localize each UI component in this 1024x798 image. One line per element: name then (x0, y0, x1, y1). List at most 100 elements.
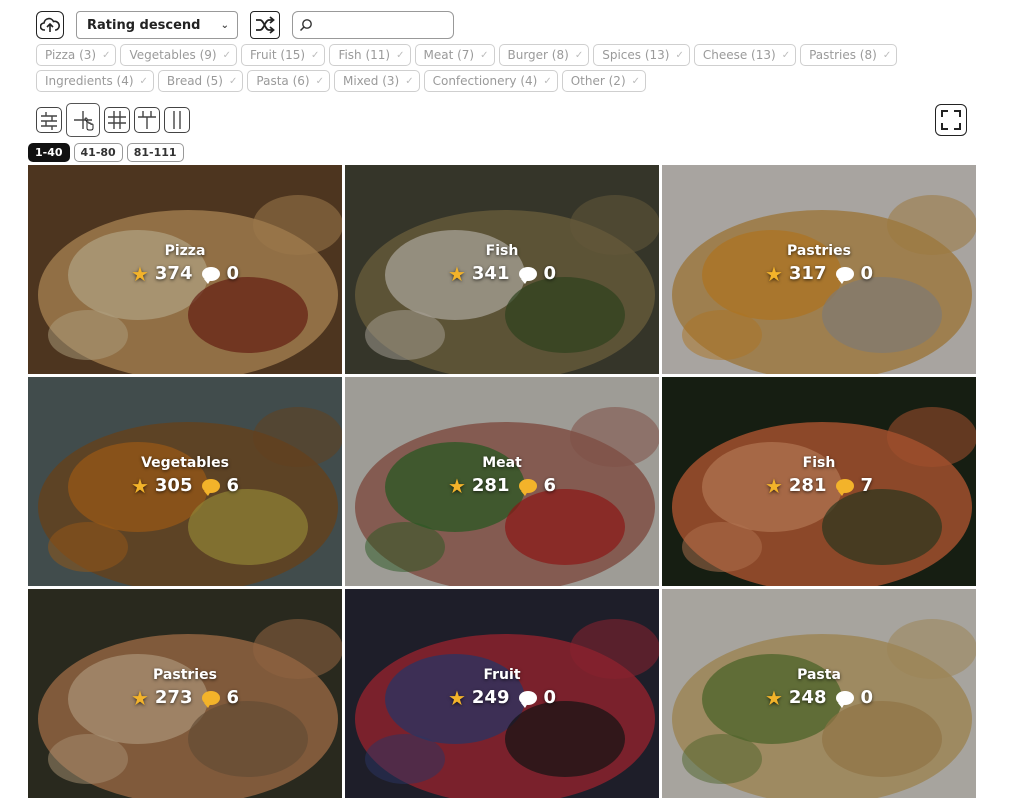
tile-caption: Fruit ★ 249 0 (345, 667, 659, 708)
tile-stats: ★ 249 0 (345, 687, 659, 708)
rating-count: 341 (471, 263, 510, 284)
view-mode-button[interactable] (104, 107, 130, 133)
view-mode-button[interactable] (66, 103, 100, 137)
category-chip[interactable]: Confectionery (4) ✓ (423, 70, 558, 92)
tile-caption: Pizza ★ 374 0 (28, 243, 342, 284)
comment-count: 7 (860, 475, 874, 496)
tile-category: Pasta (797, 667, 841, 683)
category-filter-chips: Pizza (3) ✓ Vegetables (9) ✓ Fruit (15) ✓ Fish… (36, 44, 936, 92)
star-icon: ★ (130, 261, 149, 286)
chevron-down-icon: ⌄ (220, 19, 229, 31)
category-chip[interactable]: Pasta (6) ✓ (247, 70, 330, 92)
comment-count: 0 (543, 263, 557, 284)
comment-count: 0 (226, 263, 240, 284)
view-mode-button[interactable] (164, 107, 190, 133)
view-mode-button[interactable] (36, 107, 62, 133)
search-input[interactable] (317, 17, 447, 33)
category-chip[interactable]: Burger (8) ✓ (498, 44, 590, 66)
photo-tile[interactable]: Fish ★ 341 0 (345, 165, 659, 374)
tile-stats: ★ 374 0 (28, 263, 342, 284)
image-grid: Pizza ★ 374 0 Fish ★ 341 0 Pastries ★ 317 0 Vegetabl… (28, 165, 976, 798)
photo-tile[interactable]: Pastries ★ 317 0 (662, 165, 976, 374)
page-button[interactable]: 41-80 (73, 143, 123, 162)
check-icon: ✓ (315, 75, 324, 87)
photo-tile[interactable]: Meat ★ 281 6 (345, 377, 659, 586)
category-chip[interactable]: Meat (7) ✓ (414, 44, 495, 66)
comment-count: 6 (226, 475, 240, 496)
category-chip[interactable]: Mixed (3) ✓ (333, 70, 420, 92)
comment-count: 6 (543, 475, 557, 496)
category-chip[interactable]: Cheese (13) ✓ (693, 44, 797, 66)
star-icon: ★ (447, 685, 466, 710)
comment-icon (519, 266, 538, 284)
tile-stats: ★ 341 0 (345, 263, 659, 284)
photo-tile[interactable]: Pastries ★ 273 6 (28, 589, 342, 798)
sort-select-value: Rating descend (87, 17, 201, 33)
tile-stats: ★ 273 6 (28, 687, 342, 708)
category-chip[interactable]: Pizza (3) ✓ (36, 44, 117, 66)
category-chip[interactable]: Other (2) ✓ (561, 70, 647, 92)
rating-count: 305 (154, 475, 193, 496)
tile-category: Pastries (787, 243, 851, 259)
check-icon: ✓ (405, 75, 414, 87)
fullscreen-button[interactable] (935, 104, 967, 136)
star-icon: ★ (764, 473, 783, 498)
category-chip[interactable]: Fruit (15) ✓ (240, 44, 326, 66)
comment-icon (202, 478, 221, 496)
category-chip[interactable]: Bread (5) ✓ (157, 70, 244, 92)
upload-button[interactable] (36, 11, 64, 39)
tile-stats: ★ 317 0 (662, 263, 976, 284)
tile-caption: Vegetables ★ 305 6 (28, 455, 342, 496)
cloud-upload-icon (40, 17, 60, 32)
pagination: 1-40 41-80 81-111 (28, 143, 184, 162)
shuffle-icon (256, 16, 275, 34)
category-chip-label: Confectionery (4) (432, 74, 538, 88)
category-chip[interactable]: Vegetables (9) ✓ (120, 44, 237, 66)
sort-select[interactable]: Rating descend ⌄ (76, 11, 238, 39)
tile-caption: Fish ★ 341 0 (345, 243, 659, 284)
check-icon: ✓ (311, 49, 320, 61)
comment-icon (202, 266, 221, 284)
view-mode-button[interactable] (134, 107, 160, 133)
rating-count: 317 (788, 263, 827, 284)
rows-icon (41, 112, 57, 130)
check-icon: ✓ (229, 75, 238, 87)
comment-count: 6 (226, 687, 240, 708)
grid-3-icon (108, 111, 126, 129)
category-chip[interactable]: Pastries (8) ✓ (800, 44, 898, 66)
category-chip[interactable]: Fish (11) ✓ (329, 44, 411, 66)
tile-category: Pastries (153, 667, 217, 683)
search-field[interactable] (292, 11, 454, 39)
comment-icon (836, 478, 855, 496)
comment-count: 0 (860, 687, 874, 708)
page-button[interactable]: 1-40 (28, 143, 70, 162)
check-icon: ✓ (781, 49, 791, 61)
rating-count: 374 (154, 263, 193, 284)
page-button[interactable]: 81-111 (126, 143, 184, 162)
tile-category: Meat (482, 455, 522, 471)
shuffle-button[interactable] (250, 11, 280, 39)
tile-stats: ★ 281 6 (345, 475, 659, 496)
photo-tile[interactable]: Pasta ★ 248 0 (662, 589, 976, 798)
photo-tile[interactable]: Pizza ★ 374 0 (28, 165, 342, 374)
check-icon: ✓ (543, 75, 552, 87)
category-chip-label: Other (2) (570, 74, 626, 88)
tile-category: Vegetables (141, 455, 229, 471)
check-icon: ✓ (631, 75, 641, 87)
category-chip-label: Bread (5) (166, 74, 223, 88)
rating-count: 248 (788, 687, 827, 708)
photo-tile[interactable]: Fish ★ 281 7 (662, 377, 976, 586)
tile-stats: ★ 281 7 (662, 475, 976, 496)
photo-tile[interactable]: Vegetables ★ 305 6 (28, 377, 342, 586)
category-chip[interactable]: Spices (13) ✓ (593, 44, 690, 66)
photo-tile[interactable]: Fruit ★ 249 0 (345, 589, 659, 798)
fullscreen-icon (941, 110, 961, 130)
search-icon (299, 19, 312, 32)
toolbar: Rating descend ⌄ (36, 10, 454, 40)
comment-count: 0 (860, 263, 874, 284)
category-chip[interactable]: Ingredients (4) ✓ (36, 70, 154, 92)
comment-icon (836, 690, 855, 708)
star-icon: ★ (447, 473, 466, 498)
tile-stats: ★ 305 6 (28, 475, 342, 496)
grid-4-icon (138, 111, 156, 129)
